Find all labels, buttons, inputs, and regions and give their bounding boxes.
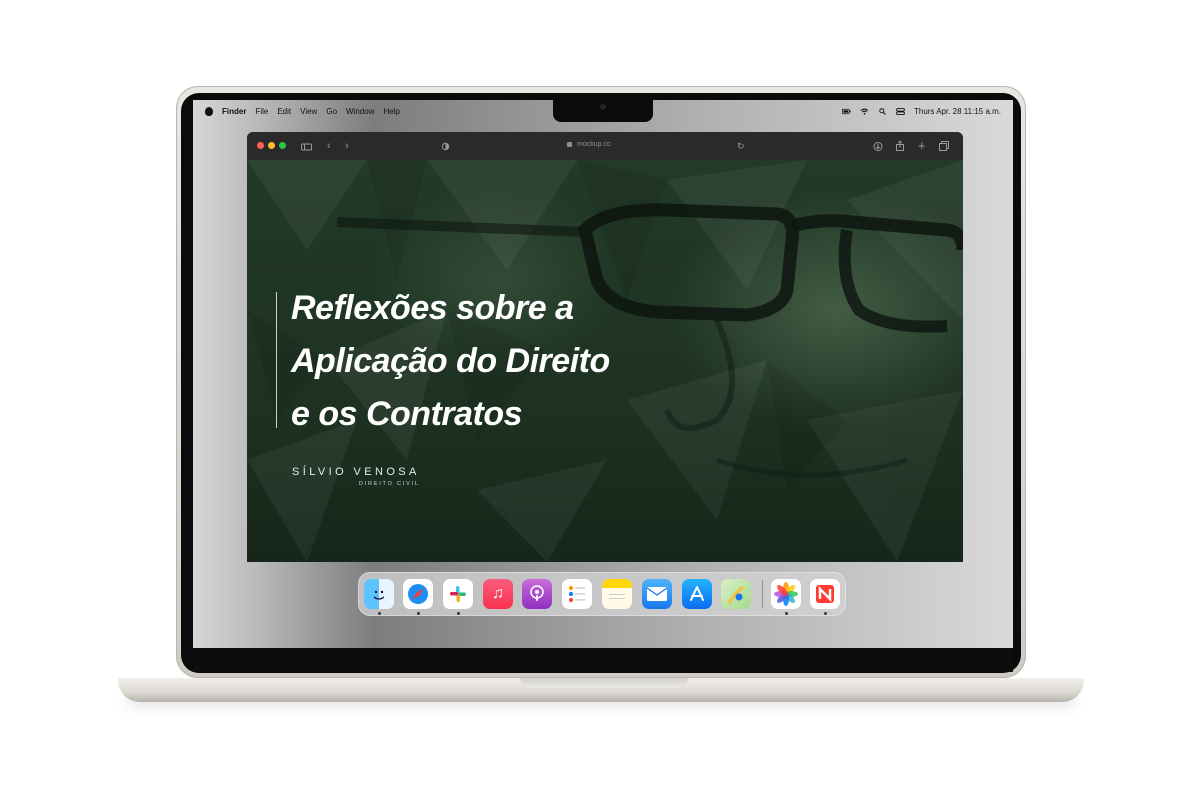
hero-title-line-3: e os Contratos bbox=[291, 395, 523, 433]
menu-go[interactable]: Go bbox=[326, 107, 337, 116]
back-button[interactable]: ‹ bbox=[327, 139, 331, 153]
hero-title: Reflexões sobre a Aplicação do Direito e… bbox=[291, 282, 711, 441]
battery-icon[interactable] bbox=[841, 108, 851, 115]
screen-bottom-strip bbox=[193, 648, 1013, 672]
new-tab-button[interactable]: + bbox=[918, 139, 926, 153]
dock-separator bbox=[762, 580, 763, 608]
news-icon[interactable] bbox=[810, 579, 840, 609]
browser-toolbar: ‹ › mockup.co ↻ + bbox=[247, 132, 963, 161]
finder-icon[interactable] bbox=[364, 579, 394, 609]
minimize-button[interactable] bbox=[268, 142, 275, 149]
menu-bar: Finder File Edit View Go Window Help Thu… bbox=[193, 104, 1013, 120]
address-bar[interactable]: mockup.co bbox=[577, 141, 611, 148]
close-button[interactable] bbox=[257, 142, 264, 149]
running-indicator bbox=[824, 612, 827, 615]
download-icon[interactable] bbox=[873, 139, 883, 153]
menu-view[interactable]: View bbox=[300, 107, 317, 116]
running-indicator bbox=[378, 612, 381, 615]
search-icon[interactable] bbox=[878, 108, 887, 115]
title-accent-rule bbox=[276, 292, 277, 428]
brand-subtitle: DIREITO CIVIL bbox=[358, 481, 420, 487]
brand-logo: SÍLVIO VENOSA DIREITO CIVIL bbox=[292, 466, 420, 487]
menu-help[interactable]: Help bbox=[383, 107, 399, 116]
share-icon[interactable] bbox=[895, 139, 905, 153]
safari-icon[interactable] bbox=[403, 579, 433, 609]
music-icon[interactable]: ♫ bbox=[483, 579, 513, 609]
photos-icon[interactable] bbox=[771, 579, 801, 609]
reminders-icon[interactable] bbox=[562, 579, 592, 609]
running-indicator bbox=[457, 612, 460, 615]
dock: ♫ bbox=[358, 572, 846, 616]
running-indicator bbox=[417, 612, 420, 615]
tab-overview-icon[interactable] bbox=[939, 139, 949, 153]
menu-app-name[interactable]: Finder bbox=[222, 107, 246, 116]
laptop-opening-notch bbox=[520, 678, 688, 688]
mail-icon[interactable] bbox=[642, 579, 672, 609]
apple-menu-icon[interactable] bbox=[205, 107, 213, 116]
menu-clock[interactable]: Thurs Apr. 28 11:15 a.m. bbox=[914, 107, 1001, 116]
lock-icon bbox=[567, 142, 572, 147]
hero-title-line-2: Aplicação do Direito bbox=[291, 342, 610, 380]
control-center-icon[interactable] bbox=[896, 108, 905, 115]
forward-button[interactable]: › bbox=[345, 139, 349, 153]
app-store-icon[interactable] bbox=[682, 579, 712, 609]
menu-edit[interactable]: Edit bbox=[277, 107, 291, 116]
wifi-icon[interactable] bbox=[860, 108, 869, 115]
maps-icon[interactable] bbox=[721, 579, 751, 609]
hero-banner: Reflexões sobre a Aplicação do Direito e… bbox=[247, 160, 963, 562]
privacy-shield-icon[interactable] bbox=[441, 139, 450, 153]
slack-icon[interactable] bbox=[443, 579, 473, 609]
menu-window[interactable]: Window bbox=[346, 107, 374, 116]
hero-title-line-1: Reflexões sobre a bbox=[291, 289, 574, 327]
running-indicator bbox=[785, 612, 788, 615]
zoom-button[interactable] bbox=[279, 142, 286, 149]
podcasts-icon[interactable] bbox=[522, 579, 552, 609]
sidebar-icon[interactable] bbox=[301, 139, 312, 153]
menu-file[interactable]: File bbox=[255, 107, 268, 116]
browser-window: ‹ › mockup.co ↻ + Reflexões sobre a Apli… bbox=[247, 132, 963, 562]
reload-icon[interactable]: ↻ bbox=[737, 139, 745, 153]
notes-icon[interactable] bbox=[602, 579, 632, 609]
brand-name: SÍLVIO VENOSA bbox=[292, 466, 420, 478]
